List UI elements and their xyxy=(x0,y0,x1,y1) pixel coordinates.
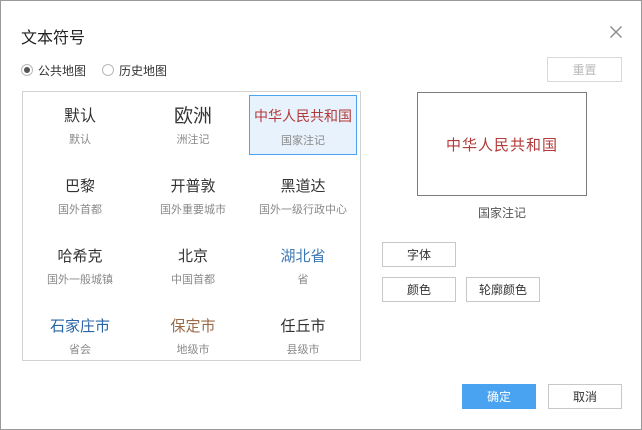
symbol-category: 县级市 xyxy=(286,343,320,356)
symbol-name: 中华人民共和国 xyxy=(254,109,352,125)
symbol-cell-provincial-capital[interactable]: 石家庄市 省会 xyxy=(26,305,134,365)
symbol-category: 国外一级行政中心 xyxy=(259,203,347,216)
symbol-category: 国外首都 xyxy=(58,203,102,216)
close-icon[interactable] xyxy=(607,23,625,41)
outline-color-button[interactable]: 轮廓颜色 xyxy=(466,277,540,302)
symbol-category: 国家注记 xyxy=(281,134,325,147)
symbol-name: 任丘市 xyxy=(280,317,326,335)
symbol-cell-foreign-major-city[interactable]: 开普敦 国外重要城市 xyxy=(139,165,247,225)
map-type-radio-group: 公共地图 历史地图 xyxy=(21,62,183,78)
radio-public-map[interactable] xyxy=(21,64,33,76)
radio-history-map-label[interactable]: 历史地图 xyxy=(119,62,167,79)
symbol-category: 国外一般城镇 xyxy=(47,273,113,286)
symbol-name: 保定市 xyxy=(170,317,216,335)
symbol-category: 省 xyxy=(297,273,309,286)
reset-button[interactable]: 重置 xyxy=(547,57,622,82)
symbol-cell-default[interactable]: 默认 默认 xyxy=(26,95,134,155)
preview-caption: 国家注记 xyxy=(477,206,526,220)
symbol-name: 石家庄市 xyxy=(49,317,110,335)
symbol-category: 中国首都 xyxy=(171,273,215,286)
text-symbol-dialog: 文本符号 公共地图 历史地图 重置 默认 默认 欧洲 洲注记 中华人民共和国 国… xyxy=(0,0,642,430)
symbol-name: 北京 xyxy=(177,247,208,265)
ok-button[interactable]: 确定 xyxy=(462,384,536,409)
symbol-cell-foreign-town[interactable]: 哈希克 国外一般城镇 xyxy=(26,235,134,295)
symbol-grid: 默认 默认 欧洲 洲注记 中华人民共和国 国家注记 巴黎 国外首都 开普敦 国外… xyxy=(22,91,361,361)
preview-text: 中华人民共和国 xyxy=(445,135,558,154)
symbol-name: 湖北省 xyxy=(280,247,326,265)
symbol-cell-prefecture-city[interactable]: 保定市 地级市 xyxy=(139,305,247,365)
symbol-cell-foreign-admin-center[interactable]: 黑道达 国外一级行政中心 xyxy=(249,165,357,225)
symbol-name: 开普敦 xyxy=(170,177,216,195)
font-button[interactable]: 字体 xyxy=(382,242,456,267)
symbol-cell-province[interactable]: 湖北省 省 xyxy=(249,235,357,295)
symbol-name: 哈希克 xyxy=(57,247,103,265)
symbol-category: 洲注记 xyxy=(176,133,210,146)
symbol-cell-continent[interactable]: 欧洲 洲注记 xyxy=(139,95,247,155)
symbol-name: 巴黎 xyxy=(64,177,95,195)
symbol-category: 省会 xyxy=(69,343,91,356)
symbol-category: 默认 xyxy=(69,133,91,146)
symbol-name: 欧洲 xyxy=(173,105,212,127)
symbol-cell-china-capital[interactable]: 北京 中国首都 xyxy=(139,235,247,295)
symbol-cell-country[interactable]: 中华人民共和国 国家注记 xyxy=(249,95,357,155)
radio-public-map-label[interactable]: 公共地图 xyxy=(38,62,86,79)
symbol-name: 黑道达 xyxy=(280,177,326,195)
dialog-title: 文本符号 xyxy=(21,28,86,47)
symbol-name: 默认 xyxy=(63,106,96,125)
symbol-category: 地级市 xyxy=(176,343,210,356)
color-button[interactable]: 颜色 xyxy=(382,277,456,302)
cancel-button[interactable]: 取消 xyxy=(548,384,622,409)
symbol-category: 国外重要城市 xyxy=(160,203,226,216)
symbol-preview: 中华人民共和国 xyxy=(417,92,587,196)
symbol-cell-county-city[interactable]: 任丘市 县级市 xyxy=(249,305,357,365)
symbol-cell-foreign-capital[interactable]: 巴黎 国外首都 xyxy=(26,165,134,225)
radio-history-map[interactable] xyxy=(102,64,115,76)
